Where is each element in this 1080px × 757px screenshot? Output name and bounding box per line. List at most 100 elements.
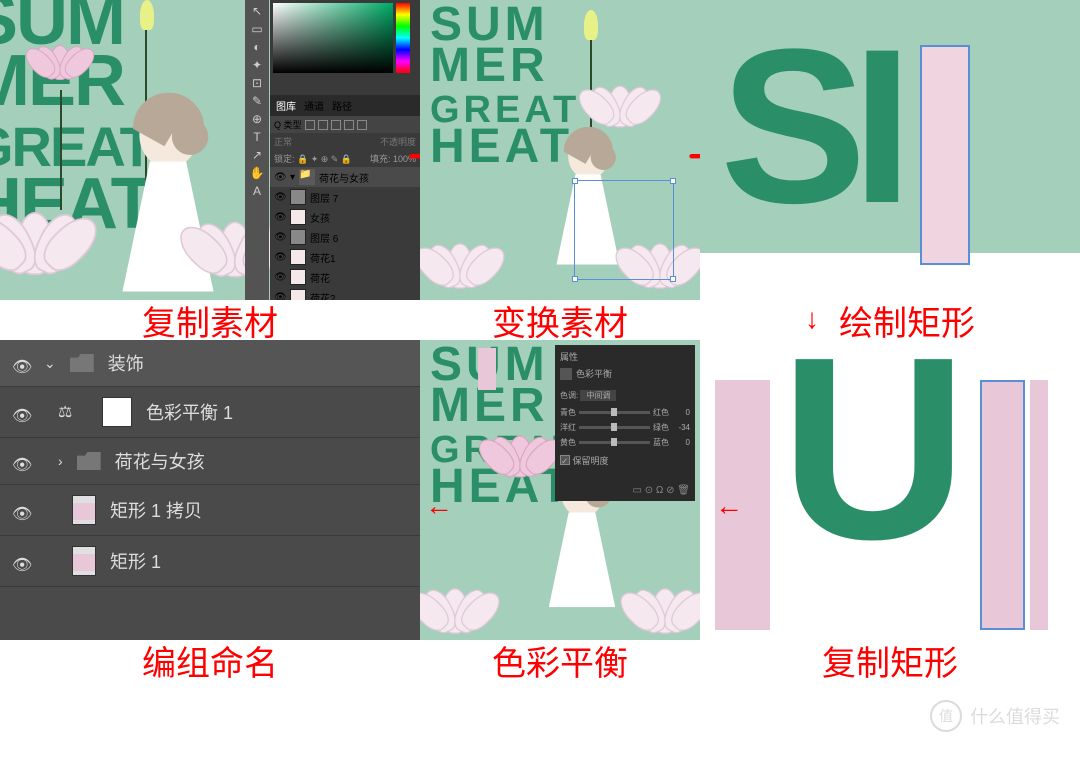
slider-value[interactable]: 0 bbox=[672, 438, 690, 447]
chevron-down-icon[interactable]: ⌄ bbox=[44, 355, 56, 372]
layer-row[interactable]: 👁荷花2 bbox=[270, 287, 420, 300]
lock-row: 锁定: 🔒 ✦ ⊕ ✎ 🔒 填充: 100% bbox=[270, 150, 420, 167]
layers-tabs: 图库 通道 路径 bbox=[270, 95, 420, 116]
slider[interactable] bbox=[579, 411, 650, 414]
layer-thumb bbox=[290, 269, 306, 285]
tone-dropdown[interactable]: 中间调 bbox=[580, 390, 616, 401]
tab-layers[interactable]: 图库 bbox=[276, 98, 296, 113]
layer-filter[interactable]: Q 类型 bbox=[270, 116, 420, 133]
color-field[interactable] bbox=[273, 3, 393, 73]
shape-thumb bbox=[72, 546, 96, 576]
layer-row[interactable]: 👁女孩 bbox=[270, 207, 420, 227]
tool-path[interactable]: ↗ bbox=[247, 148, 267, 162]
visibility-icon[interactable]: 👁 bbox=[274, 232, 286, 243]
layers-panel: 图库 通道 路径 Q 类型 正常 不透明度 锁定: 🔒 ✦ ⊕ ✎ 🔒 填充: … bbox=[270, 95, 420, 300]
subgroup-row[interactable]: 👁 › 荷花与女孩 bbox=[0, 438, 420, 485]
visibility-icon[interactable]: 👁 bbox=[274, 172, 286, 183]
transform-handle[interactable] bbox=[670, 178, 676, 184]
visibility-icon[interactable]: 👁 bbox=[274, 292, 286, 301]
step-label: 复制素材 bbox=[0, 300, 420, 340]
transform-handle[interactable] bbox=[670, 276, 676, 282]
step-label: 编组命名 bbox=[0, 640, 420, 680]
transform-bounds[interactable] bbox=[574, 180, 674, 280]
letter: SI bbox=[720, 0, 898, 253]
visibility-icon[interactable]: 👁 bbox=[274, 272, 286, 283]
color-picker[interactable] bbox=[270, 0, 420, 95]
step-label: 复制矩形 bbox=[700, 640, 1080, 680]
layers-panel-large: 👁 ⌄ 装饰 👁 ⚖ 色彩平衡 1 👁 › 荷花与女孩 👁 bbox=[0, 340, 420, 640]
tool-move[interactable]: ↖ bbox=[247, 4, 267, 18]
arrow-down-icon: ↓ bbox=[805, 304, 819, 336]
tool-marquee[interactable]: ▭ bbox=[247, 22, 267, 36]
layer-row[interactable]: 👁 图层 7 bbox=[270, 187, 420, 207]
visibility-icon[interactable]: 👁 bbox=[12, 406, 30, 418]
blend-row: 正常 不透明度 bbox=[270, 133, 420, 150]
lotus-white-1 bbox=[0, 212, 89, 293]
stem-2 bbox=[60, 90, 62, 210]
hue-slider[interactable] bbox=[396, 3, 410, 73]
slider-value[interactable]: 0 bbox=[672, 408, 690, 417]
visibility-icon[interactable]: 👁 bbox=[274, 252, 286, 263]
tool-lasso[interactable]: ◐ bbox=[247, 40, 267, 54]
slider[interactable] bbox=[579, 426, 650, 429]
visibility-icon[interactable]: 👁 bbox=[12, 455, 30, 467]
watermark-badge: 值 bbox=[930, 700, 962, 732]
arrow-right-icon: ➜ bbox=[685, 140, 700, 170]
visibility-icon[interactable]: 👁 bbox=[12, 555, 30, 567]
tool-hand[interactable]: ✋ bbox=[247, 166, 267, 180]
layer-mask[interactable] bbox=[102, 397, 132, 427]
adjustment-layer-row[interactable]: 👁 ⚖ 色彩平衡 1 bbox=[0, 387, 420, 438]
visibility-icon[interactable]: 👁 bbox=[12, 357, 30, 369]
tool-brush[interactable]: ✎ bbox=[247, 94, 267, 108]
slider[interactable] bbox=[579, 441, 650, 444]
layer-row[interactable]: 👁荷花1 bbox=[270, 247, 420, 267]
rect-extra bbox=[1030, 380, 1048, 630]
lotus-bud bbox=[584, 10, 598, 40]
visibility-icon[interactable]: 👁 bbox=[274, 212, 286, 223]
visibility-icon[interactable]: 👁 bbox=[12, 504, 30, 516]
filter-icon[interactable] bbox=[318, 120, 328, 130]
layer-name: 图层 7 bbox=[310, 190, 338, 205]
rect-copied-selected[interactable] bbox=[980, 380, 1025, 630]
arrow-right-icon: ➜ bbox=[405, 140, 420, 170]
layer-group-row[interactable]: 👁 ⌄ 装饰 bbox=[0, 340, 420, 387]
shape-layer-row[interactable]: 👁 矩形 1 拷贝 bbox=[0, 485, 420, 536]
tool-type[interactable]: T bbox=[247, 130, 267, 144]
layer-row[interactable]: 👁荷花 bbox=[270, 267, 420, 287]
visibility-icon[interactable]: 👁 bbox=[274, 192, 286, 203]
tool-wand[interactable]: ✦ bbox=[247, 58, 267, 72]
tool-crop[interactable]: ⊡ bbox=[247, 76, 267, 90]
tool-stamp[interactable]: ⊕ bbox=[247, 112, 267, 126]
poster-closeup-rect: SI bbox=[700, 0, 1080, 253]
tool-text-a[interactable]: A bbox=[247, 184, 267, 198]
layer-name: 色彩平衡 1 bbox=[146, 399, 233, 425]
tab-channels[interactable]: 通道 bbox=[304, 98, 324, 113]
folder-icon bbox=[70, 354, 94, 372]
watermark-text: 什么值得买 bbox=[970, 703, 1060, 729]
layer-group[interactable]: 👁 ▾📁 荷花与女孩 bbox=[270, 167, 420, 187]
preserve-checkbox[interactable]: ✓ bbox=[560, 455, 570, 465]
shape-layer-row[interactable]: 👁 矩形 1 bbox=[0, 536, 420, 587]
step-label: 色彩平衡 bbox=[420, 640, 700, 680]
blend-mode[interactable]: 正常 bbox=[274, 135, 292, 148]
folder-icon bbox=[77, 452, 101, 470]
layer-thumb bbox=[290, 289, 306, 300]
transform-handle[interactable] bbox=[572, 178, 578, 184]
properties-panel: 属性 色彩平衡 色调: 中间调 青色红色0 洋红绿色-34 黄色蓝色0 ✓ 保留… bbox=[555, 345, 695, 501]
preserve-row: ✓ 保留明度 bbox=[560, 454, 690, 467]
filter-icon[interactable] bbox=[344, 120, 354, 130]
shape-thumb bbox=[72, 495, 96, 525]
folder-icon: 📁 bbox=[299, 169, 315, 185]
filter-icon[interactable] bbox=[357, 120, 367, 130]
filter-icon[interactable] bbox=[331, 120, 341, 130]
filter-icon[interactable] bbox=[305, 120, 315, 130]
drawn-rectangle[interactable] bbox=[920, 45, 970, 265]
chevron-right-icon[interactable]: › bbox=[58, 453, 63, 469]
tab-paths[interactable]: 路径 bbox=[332, 98, 352, 113]
slider-value[interactable]: -34 bbox=[672, 423, 690, 432]
step-label: 变换素材 bbox=[420, 300, 700, 340]
transform-handle[interactable] bbox=[572, 276, 578, 282]
layer-row[interactable]: 👁图层 6 bbox=[270, 227, 420, 247]
layer-thumb bbox=[290, 189, 306, 205]
letter-u: U bbox=[780, 340, 968, 599]
